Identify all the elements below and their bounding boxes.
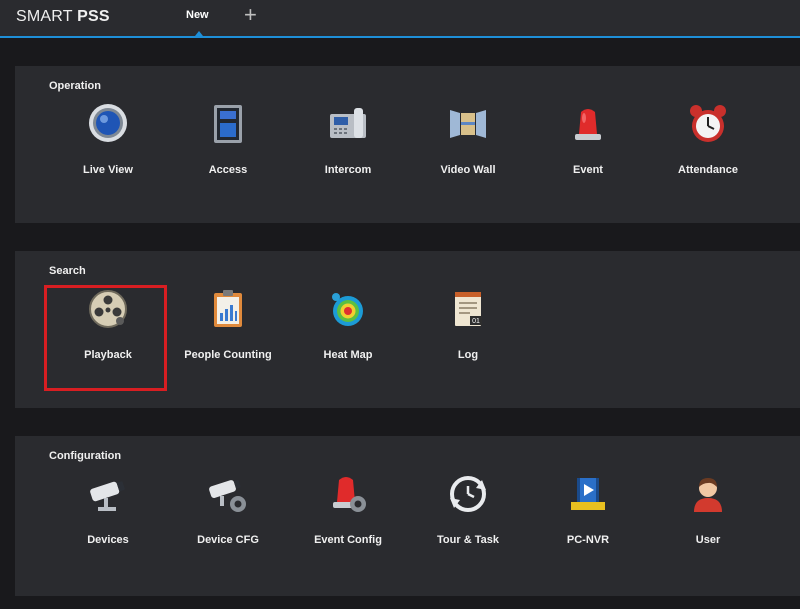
- tile-tour-task[interactable]: Tour & Task: [408, 472, 528, 562]
- tile-label: Event Config: [314, 534, 382, 546]
- live-view-icon: [89, 104, 127, 142]
- tile-user[interactable]: User: [648, 472, 768, 562]
- intercom-icon: [330, 108, 366, 138]
- pc-nvr-icon: [571, 478, 605, 510]
- tile-devices[interactable]: Devices: [48, 472, 168, 562]
- event-gear-icon: [333, 477, 366, 512]
- event-icon: [575, 109, 601, 140]
- camera-icon: [90, 481, 125, 511]
- video-wall-icon: [450, 110, 486, 138]
- add-tab-button[interactable]: +: [244, 4, 257, 26]
- tile-people-counting[interactable]: People Counting: [168, 287, 288, 377]
- tile-video-wall[interactable]: Video Wall: [408, 102, 528, 192]
- tile-label: Event: [573, 164, 603, 176]
- playback-highlight-box: [44, 285, 167, 391]
- tile-label: Live View: [83, 164, 133, 176]
- camera-gear-icon: [209, 479, 246, 512]
- tile-label: People Counting: [184, 349, 272, 361]
- tile-event[interactable]: Event: [528, 102, 648, 192]
- title-bar: SMART PSS New +: [0, 0, 800, 38]
- section-title: Configuration: [49, 450, 122, 462]
- tile-label: Tour & Task: [437, 534, 499, 546]
- tile-event-config[interactable]: Event Config: [288, 472, 408, 562]
- alarm-clock-icon: [690, 105, 726, 142]
- tile-label: Devices: [87, 534, 129, 546]
- tile-label: Device CFG: [197, 534, 259, 546]
- people-counting-icon: [214, 290, 242, 327]
- tile-label: Video Wall: [440, 164, 496, 176]
- heat-map-icon: [332, 293, 363, 326]
- tile-access[interactable]: Access: [168, 102, 288, 192]
- access-icon: [214, 105, 242, 143]
- tile-attendance[interactable]: Attendance: [648, 102, 768, 192]
- section-operation: Operation Live View Access Intercom Vide…: [15, 66, 800, 223]
- tour-clock-icon: [450, 476, 486, 512]
- tile-device-cfg[interactable]: Device CFG: [168, 472, 288, 562]
- tile-label: Attendance: [678, 164, 738, 176]
- tile-live-view[interactable]: Live View: [48, 102, 168, 192]
- tile-label: User: [695, 534, 721, 546]
- tile-label: PC-NVR: [566, 534, 610, 546]
- tile-intercom[interactable]: Intercom: [288, 102, 408, 192]
- tile-label: Log: [457, 349, 479, 361]
- section-configuration: Configuration Devices Device CFG Event C…: [15, 436, 800, 596]
- app-logo: SMART PSS: [16, 8, 110, 25]
- tile-log[interactable]: 01 Log: [408, 287, 528, 377]
- section-title: Operation: [49, 80, 101, 92]
- tile-label: Heat Map: [323, 349, 373, 361]
- user-icon: [694, 478, 722, 512]
- tile-pc-nvr[interactable]: PC-NVR: [528, 472, 648, 562]
- tile-label: Access: [208, 164, 248, 176]
- tab-new[interactable]: New: [186, 9, 209, 21]
- log-icon: 01: [455, 292, 482, 326]
- tile-heat-map[interactable]: Heat Map: [288, 287, 408, 377]
- active-tab-indicator: [195, 31, 203, 36]
- tile-label: Intercom: [324, 164, 372, 176]
- section-title: Search: [49, 265, 86, 277]
- svg-text:01: 01: [472, 318, 480, 325]
